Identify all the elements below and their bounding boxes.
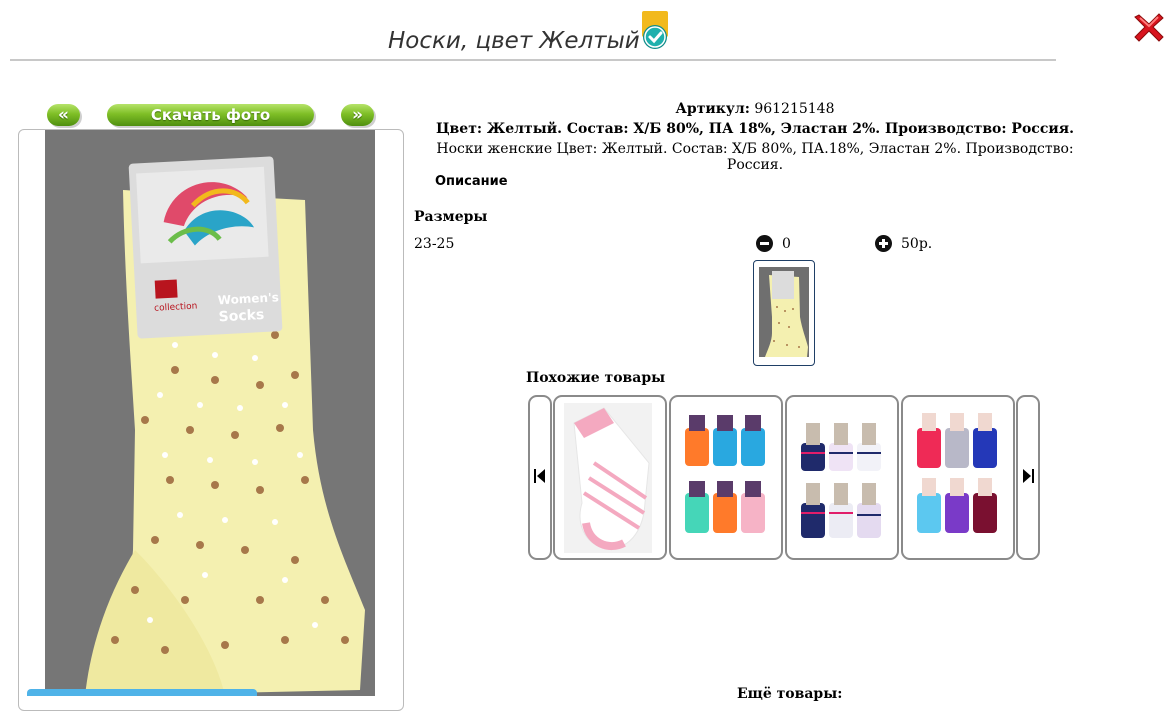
- composition-line: Цвет: Желтый. Состав: Х/Б 80%, ПА 18%, Э…: [436, 121, 1074, 137]
- page-title: Носки, цвет Желтый: [388, 28, 640, 54]
- description-link[interactable]: Описание: [435, 174, 508, 189]
- article-value: 961215148: [754, 101, 835, 117]
- size-quantity: 0: [782, 236, 791, 252]
- product-photo[interactable]: collection Women's Socks: [45, 130, 375, 696]
- article-line: Артикул: 961215148: [415, 101, 1095, 117]
- carousel-prev-button[interactable]: [528, 395, 552, 560]
- prev-photo-button[interactable]: «: [47, 104, 80, 126]
- similar-item-2[interactable]: [669, 395, 783, 560]
- article-label: Артикул:: [675, 101, 750, 117]
- verified-badge-icon: [642, 11, 668, 49]
- similar-item-image: [564, 403, 652, 553]
- size-price: 50р.: [901, 236, 933, 252]
- next-photo-button[interactable]: »: [341, 104, 374, 126]
- sock-image: collection Women's Socks: [45, 130, 375, 696]
- similar-item-image: [796, 403, 886, 553]
- skip-back-icon: [534, 469, 545, 483]
- skip-forward-icon: [1023, 469, 1034, 483]
- plus-circle-icon[interactable]: [875, 235, 892, 252]
- title-divider: [10, 59, 1056, 61]
- similar-item-image: [912, 403, 1002, 553]
- similar-item-image: [680, 403, 770, 553]
- similar-heading: Похожие товары: [526, 370, 666, 386]
- similar-item-1[interactable]: [553, 395, 667, 560]
- size-name: 23-25: [414, 236, 455, 252]
- download-photo-button[interactable]: Скачать фото: [107, 104, 314, 126]
- photo-thumbnail[interactable]: [753, 260, 815, 366]
- photo-scroll-bar[interactable]: [27, 689, 257, 696]
- similar-item-4[interactable]: [901, 395, 1015, 560]
- carousel-next-button[interactable]: [1016, 395, 1040, 560]
- close-icon[interactable]: [1133, 11, 1165, 43]
- sizes-heading: Размеры: [414, 209, 488, 225]
- similar-item-3[interactable]: [785, 395, 899, 560]
- more-items-heading: Ещё товары:: [737, 686, 843, 702]
- photo-card-line2: Socks: [218, 307, 264, 325]
- thumbnail-image: [759, 267, 809, 357]
- full-description-line: Носки женские Цвет: Желтый. Состав: Х/Б …: [436, 141, 1074, 173]
- minus-circle-icon[interactable]: [756, 235, 773, 252]
